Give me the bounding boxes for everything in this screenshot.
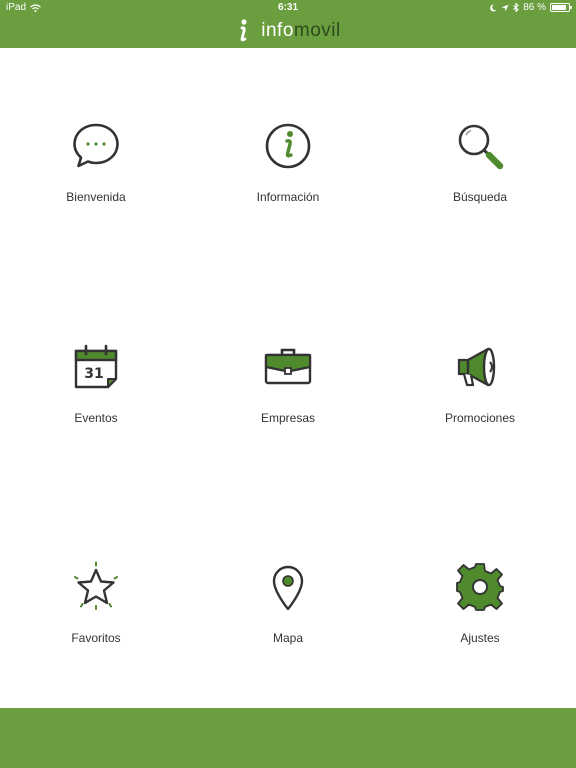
menu-item-label: Bienvenida: [66, 190, 126, 204]
menu-item-label: Empresas: [260, 411, 316, 425]
map-pin-icon: [272, 565, 304, 611]
app-logo: infomovil: [0, 16, 576, 46]
bluetooth-icon: [513, 3, 519, 12]
status-indicators: 86 %: [489, 2, 572, 13]
menu-item-busqueda[interactable]: Búsqueda: [384, 120, 576, 220]
menu-item-label: Favoritos: [71, 631, 121, 645]
gear-icon: [456, 563, 504, 611]
magnifier-icon: [458, 124, 504, 170]
menu-item-informacion[interactable]: Información: [192, 120, 384, 220]
location-arrow-icon: [501, 4, 509, 11]
calendar-day: 31: [84, 366, 103, 382]
megaphone-icon: [457, 347, 496, 387]
calendar-icon: 31: [74, 344, 118, 389]
menu-item-empresas[interactable]: Empresas: [192, 341, 384, 441]
menu-item-label: Búsqueda: [452, 190, 508, 204]
logo-i-icon: [240, 19, 247, 42]
status-bar: iPad 6:31 86 %: [0, 0, 576, 16]
star-icon: [74, 561, 118, 610]
menu-item-label: Promociones: [444, 411, 516, 425]
logo-info-text: info: [261, 20, 294, 41]
logo-movil-text: movil: [293, 20, 341, 41]
menu-item-promociones[interactable]: Promociones: [384, 341, 576, 441]
bottom-bar: [0, 708, 576, 768]
moon-icon: [490, 3, 497, 11]
menu-item-eventos[interactable]: 31 Eventos: [0, 341, 192, 441]
menu-item-ajustes[interactable]: Ajustes: [384, 561, 576, 661]
logo-wordmark: infomovil: [261, 20, 340, 42]
menu-item-mapa[interactable]: Mapa: [192, 561, 384, 661]
menu-grid: Bienvenida Información Búsqueda 31 Event…: [0, 48, 576, 708]
top-bar: iPad 6:31 86 % infomovil: [0, 0, 576, 48]
menu-item-label: Ajustes: [460, 631, 500, 645]
menu-item-favoritos[interactable]: Favoritos: [0, 561, 192, 661]
menu-item-bienvenida[interactable]: Bienvenida: [0, 120, 192, 220]
menu-item-label: Eventos: [74, 411, 118, 425]
chat-bubble-icon: [73, 123, 119, 168]
menu-item-label: Información: [256, 190, 320, 204]
battery-percent: 86 %: [523, 2, 546, 13]
menu-item-label: Mapa: [272, 631, 304, 645]
briefcase-icon: [264, 348, 312, 385]
battery-icon: [550, 3, 572, 12]
info-icon: [265, 123, 311, 169]
